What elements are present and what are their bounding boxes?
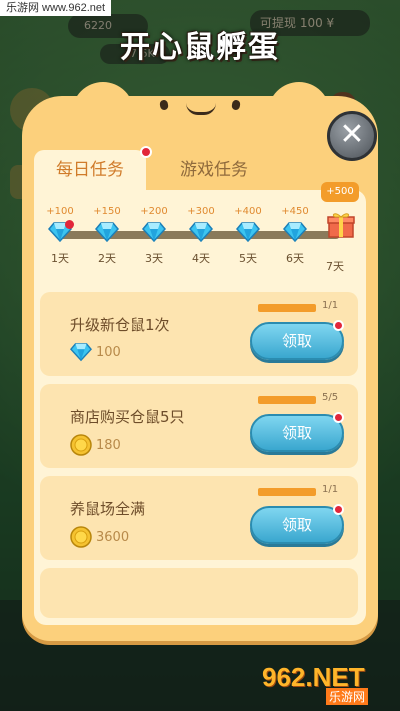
task-progress-text: 5/5 xyxy=(322,392,339,403)
checkin-milestone: +200 3天 xyxy=(134,206,174,266)
watermark-site-name: 乐游网 xyxy=(326,688,369,705)
claim-label: 领取 xyxy=(281,516,312,534)
milestone-day: 3天 xyxy=(145,252,163,265)
page-title: 开心鼠孵蛋 xyxy=(120,30,280,65)
task-progress-text: 1/1 xyxy=(322,484,339,495)
diamond-icon xyxy=(283,222,307,242)
task-progress-bar xyxy=(258,304,316,312)
diamond-icon xyxy=(142,222,166,242)
task-name: 升级新仓鼠1次 xyxy=(70,316,170,334)
checkin-milestone: +300 4天 xyxy=(181,206,221,266)
notification-dot xyxy=(333,504,344,515)
checkin-milestone: +100 1天 xyxy=(40,206,80,266)
task-card: 5/5 商店购买仓鼠5只 180 领取 xyxy=(40,384,358,468)
task-reward: 3600 xyxy=(70,526,129,548)
gift-icon[interactable] xyxy=(327,211,355,239)
milestone-reward: +150 xyxy=(93,206,121,217)
milestone-reward: +400 xyxy=(234,206,262,217)
milestone-reward: +100 xyxy=(46,206,74,217)
diamond-icon xyxy=(189,222,213,242)
claim-label: 领取 xyxy=(281,424,312,442)
tab-label: 每日任务 xyxy=(56,160,124,180)
final-reward-badge: +500 xyxy=(321,182,359,202)
close-button[interactable]: ✕ xyxy=(327,111,377,161)
milestone-day: 4天 xyxy=(192,252,210,265)
milestone-day: 2天 xyxy=(98,252,116,265)
milestone-day: 5天 xyxy=(239,252,257,265)
diamond-icon xyxy=(236,222,260,242)
claim-label: 领取 xyxy=(281,332,312,350)
task-reward: 180 xyxy=(70,434,121,456)
task-reward-value: 180 xyxy=(96,437,121,453)
task-progress-bar xyxy=(258,396,316,404)
milestone-day: 6天 xyxy=(286,252,304,265)
checkin-milestone: +400 5天 xyxy=(228,206,268,266)
task-card: 1/1 升级新仓鼠1次 100 领取 xyxy=(40,292,358,376)
watermark-bottom: 962.NET 乐游网 xyxy=(262,662,396,708)
task-progress-text: 1/1 xyxy=(322,300,339,311)
notification-dot xyxy=(65,220,74,229)
claim-button[interactable]: 领取 xyxy=(250,504,344,544)
watermark-top: 乐游网 www.962.net xyxy=(0,0,112,16)
task-reward-value: 100 xyxy=(96,344,121,360)
milestone-reward: +300 xyxy=(187,206,215,217)
notification-dot xyxy=(333,320,344,331)
milestone-reward: +450 xyxy=(281,206,309,217)
claim-button[interactable]: 领取 xyxy=(250,412,344,452)
coin-icon xyxy=(70,526,92,548)
close-icon: ✕ xyxy=(339,117,365,152)
tab-daily-tasks[interactable]: 每日任务 xyxy=(34,146,152,190)
task-name: 养鼠场全满 xyxy=(70,500,146,518)
tab-game-tasks[interactable]: 游戏任务 xyxy=(158,150,270,190)
checkin-milestone: +150 2天 xyxy=(87,206,127,266)
task-progress-bar xyxy=(258,488,316,496)
coin-icon xyxy=(70,434,92,456)
diamond-icon xyxy=(70,343,92,362)
milestone-reward: +200 xyxy=(140,206,168,217)
task-card: 1/1 养鼠场全满 3600 领取 xyxy=(40,476,358,560)
tab-label: 游戏任务 xyxy=(180,160,248,180)
claim-button[interactable]: 领取 xyxy=(250,320,344,360)
diamond-icon xyxy=(95,222,119,242)
notification-dot xyxy=(333,412,344,423)
task-reward-value: 3600 xyxy=(96,529,130,545)
checkin-milestone: +450 6天 xyxy=(275,206,315,266)
task-card-partial xyxy=(40,568,358,618)
task-reward: 100 xyxy=(70,342,121,362)
task-name: 商店购买仓鼠5只 xyxy=(70,408,185,426)
final-day-label: 7天 xyxy=(326,260,344,273)
milestone-day: 1天 xyxy=(51,252,69,265)
notification-dot xyxy=(140,146,152,158)
